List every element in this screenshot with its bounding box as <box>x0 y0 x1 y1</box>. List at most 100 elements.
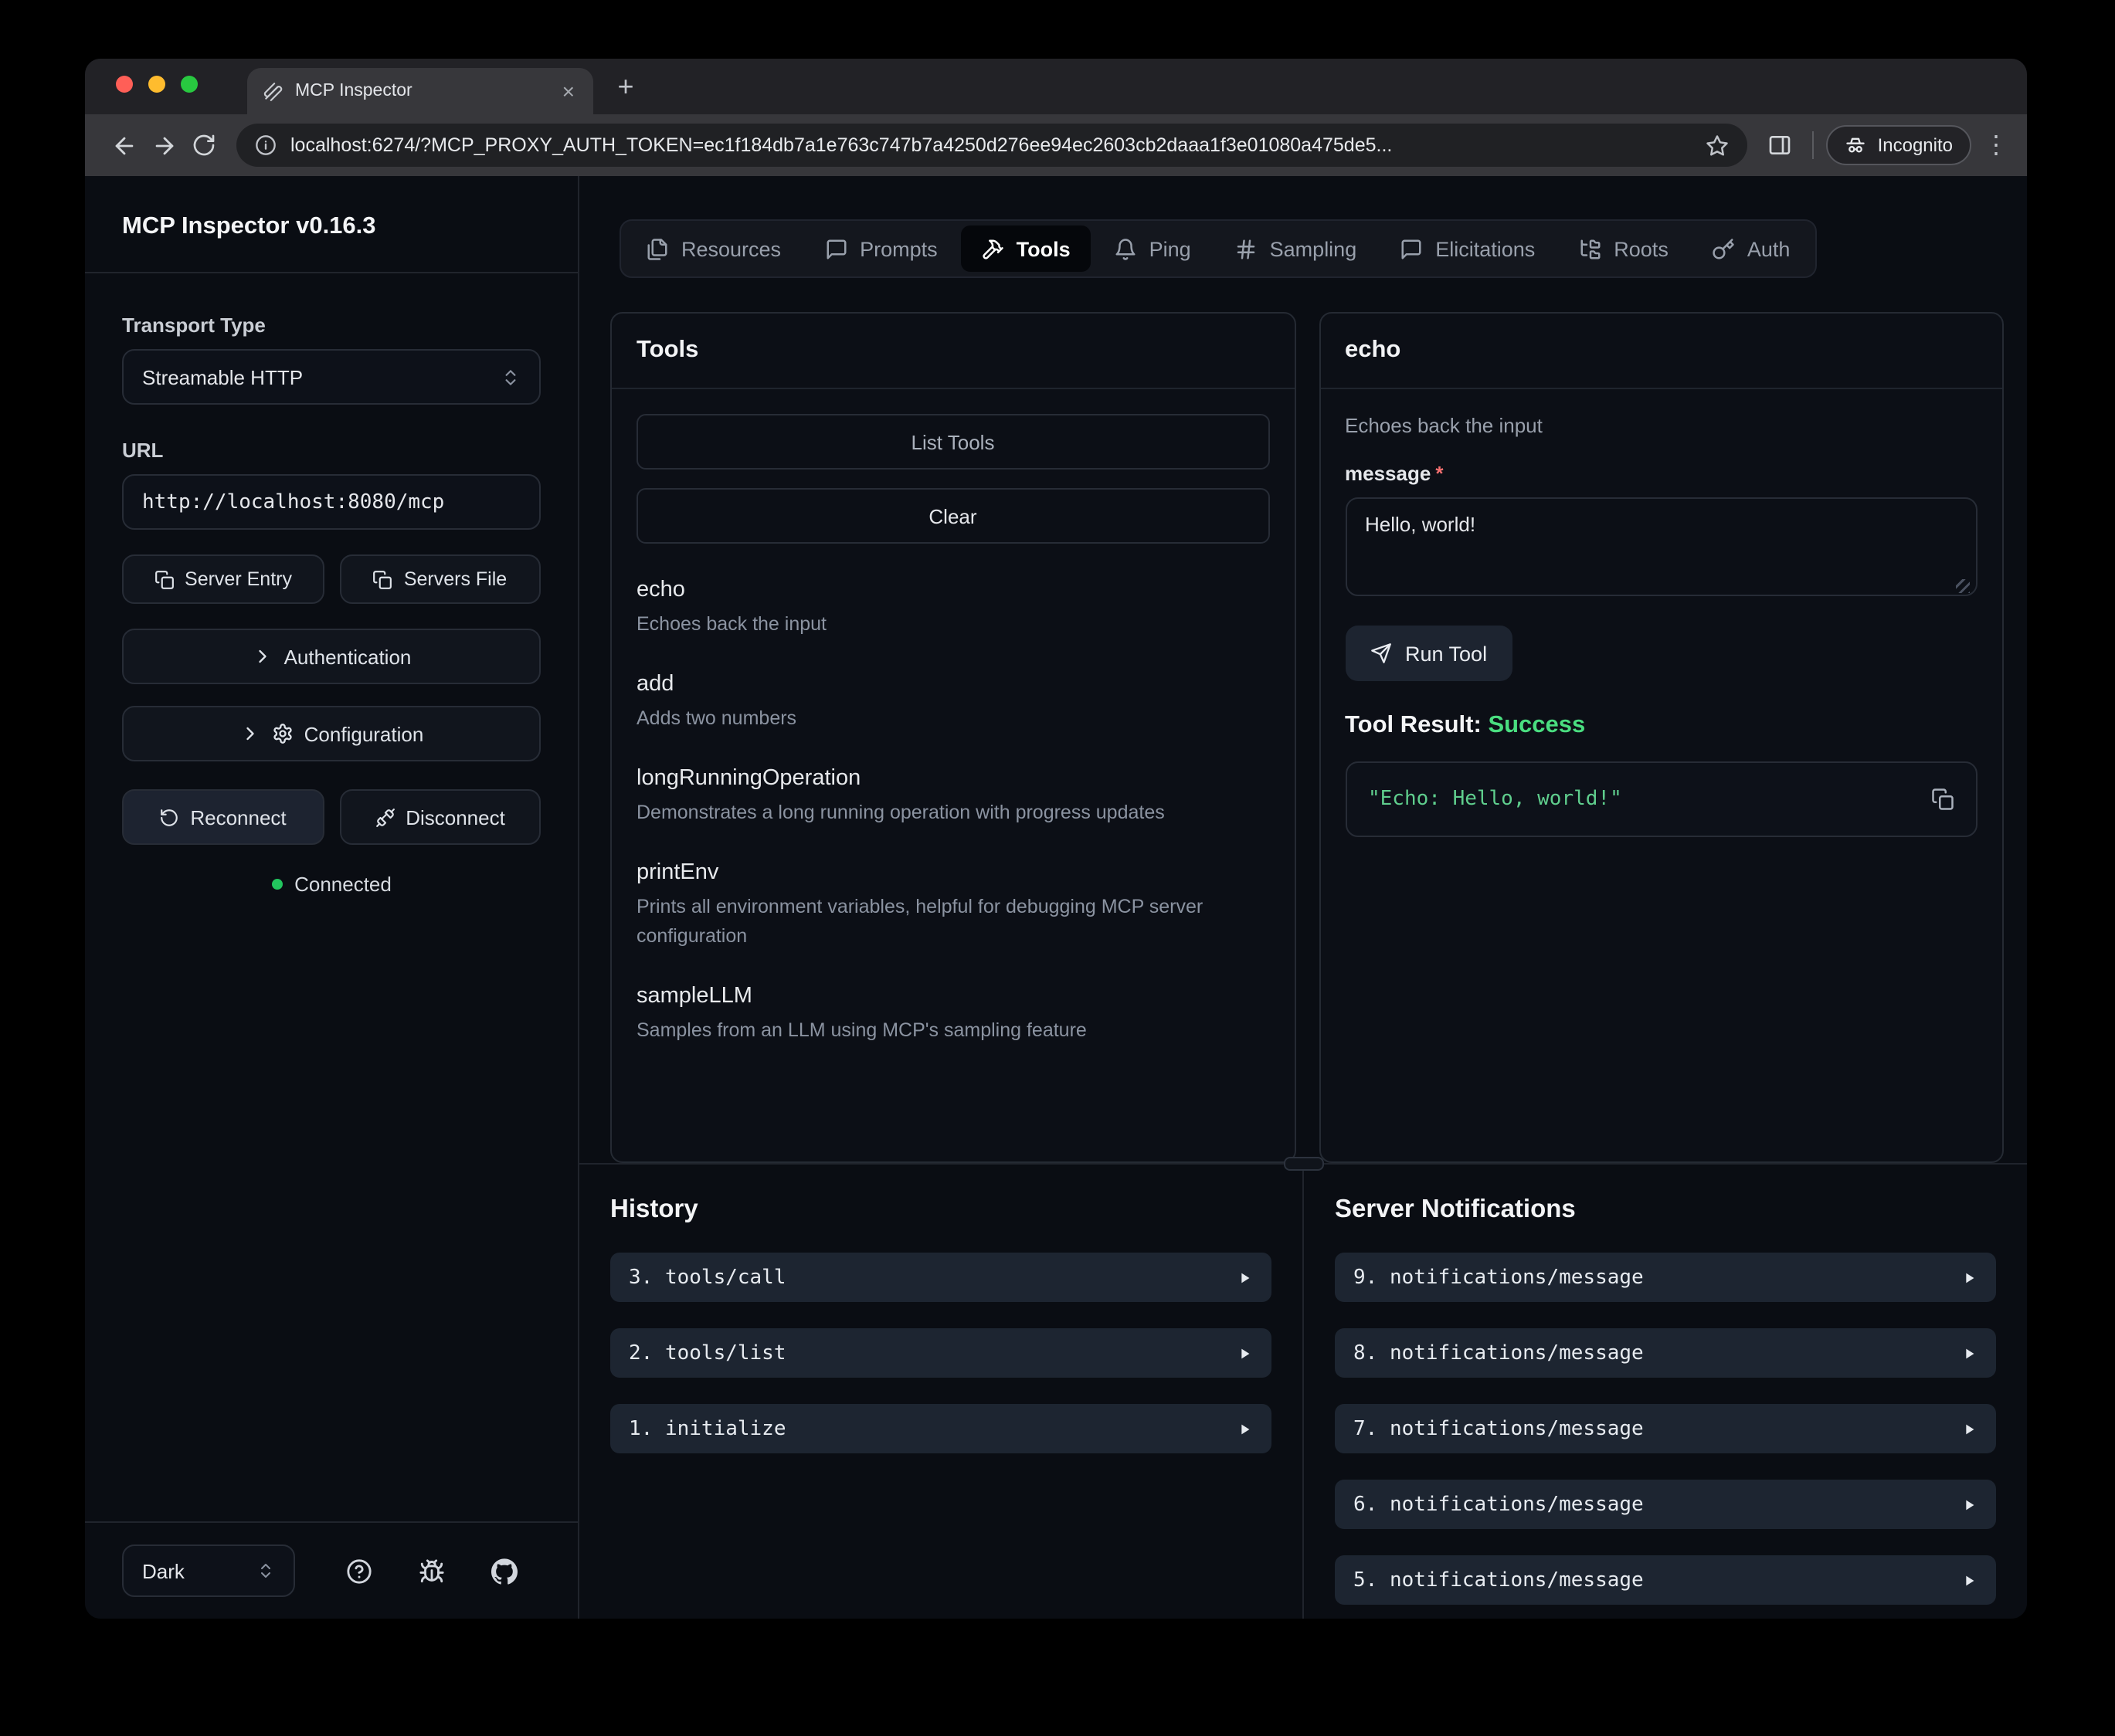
site-info-icon[interactable] <box>255 134 277 156</box>
theme-select[interactable]: Dark <box>122 1544 295 1597</box>
app-page: MCP Inspector v0.16.3 Transport Type Str… <box>85 176 2027 1619</box>
side-panel-icon <box>1768 133 1793 158</box>
minimize-window-button[interactable] <box>148 76 165 93</box>
history-item[interactable]: 1. initialize <box>610 1404 1271 1453</box>
history-pane: History 3. tools/call 2. tools/list 1. i… <box>579 1165 1304 1619</box>
tool-item-longrunningoperation[interactable]: longRunningOperation Demonstrates a long… <box>637 767 1269 827</box>
copy-result-button[interactable] <box>1931 788 1954 811</box>
forward-icon <box>151 132 177 158</box>
close-window-button[interactable] <box>116 76 133 93</box>
bookmark-star-icon[interactable] <box>1706 134 1730 157</box>
servers-file-button[interactable]: Servers File <box>339 554 541 604</box>
param-name: message <box>1345 462 1431 485</box>
debug-button[interactable] <box>412 1551 452 1591</box>
required-asterisk: * <box>1435 462 1443 485</box>
copy-icon <box>373 569 393 589</box>
notification-item[interactable]: 8. notifications/message <box>1335 1328 1996 1378</box>
tab-sampling[interactable]: Sampling <box>1214 225 1377 272</box>
authentication-label: Authentication <box>284 645 412 668</box>
history-item[interactable]: 3. tools/call <box>610 1253 1271 1302</box>
expand-play-icon[interactable] <box>1961 1344 1978 1361</box>
tool-detail-title: echo <box>1320 314 2002 389</box>
message-input[interactable]: Hello, world! <box>1345 497 1978 596</box>
reconnect-button[interactable]: Reconnect <box>122 789 324 845</box>
tab-tools[interactable]: Tools <box>961 225 1091 272</box>
back-button[interactable] <box>104 125 144 165</box>
address-bar[interactable]: localhost:6274/?MCP_PROXY_AUTH_TOKEN=ec1… <box>236 124 1748 167</box>
history-item[interactable]: 2. tools/list <box>610 1328 1271 1378</box>
side-panel-button[interactable] <box>1760 125 1801 165</box>
tool-desc: Echoes back the input <box>637 610 1269 638</box>
tool-item-add[interactable]: add Adds two numbers <box>637 672 1269 732</box>
expand-play-icon[interactable] <box>1961 1269 1978 1286</box>
result-box: "Echo: Hello, world!" <box>1345 761 1978 837</box>
tab-label: Elicitations <box>1435 237 1535 260</box>
tab-auth[interactable]: Auth <box>1692 225 1811 272</box>
reload-icon <box>192 133 216 158</box>
tab-label: Tools <box>1017 237 1071 260</box>
tool-item-echo[interactable]: echo Echoes back the input <box>637 578 1269 638</box>
browser-menu-button[interactable]: ⋮ <box>1984 130 2008 161</box>
tools-card-body: List Tools Clear echo Echoes back the in… <box>612 389 1294 1161</box>
notification-item[interactable]: 9. notifications/message <box>1335 1253 1996 1302</box>
configuration-toggle[interactable]: Configuration <box>122 706 541 761</box>
list-tools-button[interactable]: List Tools <box>637 414 1269 470</box>
authentication-toggle[interactable]: Authentication <box>122 629 541 684</box>
expand-play-icon[interactable] <box>1961 1572 1978 1589</box>
tool-list: echo Echoes back the input add Adds two … <box>637 578 1269 1044</box>
theme-value: Dark <box>142 1559 185 1582</box>
notification-item[interactable]: 5. notifications/message <box>1335 1555 1996 1605</box>
resize-handle[interactable] <box>1956 579 1970 593</box>
help-button[interactable] <box>339 1551 379 1591</box>
expand-play-icon[interactable] <box>1961 1420 1978 1437</box>
tab-prompts[interactable]: Prompts <box>804 225 958 272</box>
disconnect-label: Disconnect <box>406 805 505 829</box>
forward-button[interactable] <box>144 125 184 165</box>
tool-item-samplellm[interactable]: sampleLLM Samples from an LLM using MCP'… <box>637 983 1269 1043</box>
notification-item[interactable]: 6. notifications/message <box>1335 1480 1996 1529</box>
pane-resize-handle[interactable] <box>1283 1157 1323 1171</box>
incognito-badge: Incognito <box>1827 125 1971 165</box>
connection-buttons-row: Reconnect Disconnect <box>122 789 541 845</box>
entry-buttons-row: Server Entry Servers File <box>122 554 541 604</box>
github-button[interactable] <box>484 1551 525 1591</box>
param-label: message* <box>1345 462 1978 485</box>
expand-play-icon[interactable] <box>1236 1269 1253 1286</box>
tab-title: MCP Inspector <box>295 82 547 100</box>
run-tool-button[interactable]: Run Tool <box>1345 626 1512 681</box>
server-entry-button[interactable]: Server Entry <box>122 554 324 604</box>
expand-play-icon[interactable] <box>1961 1496 1978 1513</box>
tab-close-icon[interactable]: × <box>559 80 578 102</box>
clear-tools-button[interactable]: Clear <box>637 488 1269 544</box>
tab-ping[interactable]: Ping <box>1094 225 1211 272</box>
chevrons-up-down-icon <box>256 1561 275 1580</box>
tab-label: Prompts <box>860 237 938 260</box>
connection-status: Connected <box>122 873 541 896</box>
elicitations-icon <box>1400 237 1423 260</box>
tool-item-printenv[interactable]: printEnv Prints all environment variable… <box>637 861 1269 950</box>
disconnect-button[interactable]: Disconnect <box>339 789 541 845</box>
sidebar-header: MCP Inspector v0.16.3 <box>85 176 578 273</box>
notification-item[interactable]: 7. notifications/message <box>1335 1404 1996 1453</box>
hammer-icon <box>981 237 1004 260</box>
expand-play-icon[interactable] <box>1236 1344 1253 1361</box>
folder-tree-icon <box>1578 237 1601 260</box>
toolbar-divider <box>1813 131 1815 159</box>
browser-window: MCP Inspector × + localhost:6274/?MCP_PR… <box>85 59 2027 1619</box>
sidebar: MCP Inspector v0.16.3 Transport Type Str… <box>85 176 579 1619</box>
tab-elicitations[interactable]: Elicitations <box>1380 225 1555 272</box>
content-cards: Tools List Tools Clear echo Echoes back … <box>610 312 2004 1163</box>
reload-button[interactable] <box>184 125 224 165</box>
transport-type-select[interactable]: Streamable HTTP <box>122 349 541 405</box>
browser-tab[interactable]: MCP Inspector × <box>247 68 593 114</box>
tab-resources[interactable]: Resources <box>626 225 801 272</box>
url-text[interactable]: localhost:6274/?MCP_PROXY_AUTH_TOKEN=ec1… <box>290 134 1692 156</box>
prompts-icon <box>824 237 847 260</box>
expand-play-icon[interactable] <box>1236 1420 1253 1437</box>
result-status: Success <box>1488 712 1585 738</box>
tab-roots[interactable]: Roots <box>1558 225 1689 272</box>
connection-status-label: Connected <box>294 873 392 896</box>
new-tab-button[interactable]: + <box>606 66 646 107</box>
server-url-input[interactable] <box>122 474 541 530</box>
maximize-window-button[interactable] <box>181 76 198 93</box>
